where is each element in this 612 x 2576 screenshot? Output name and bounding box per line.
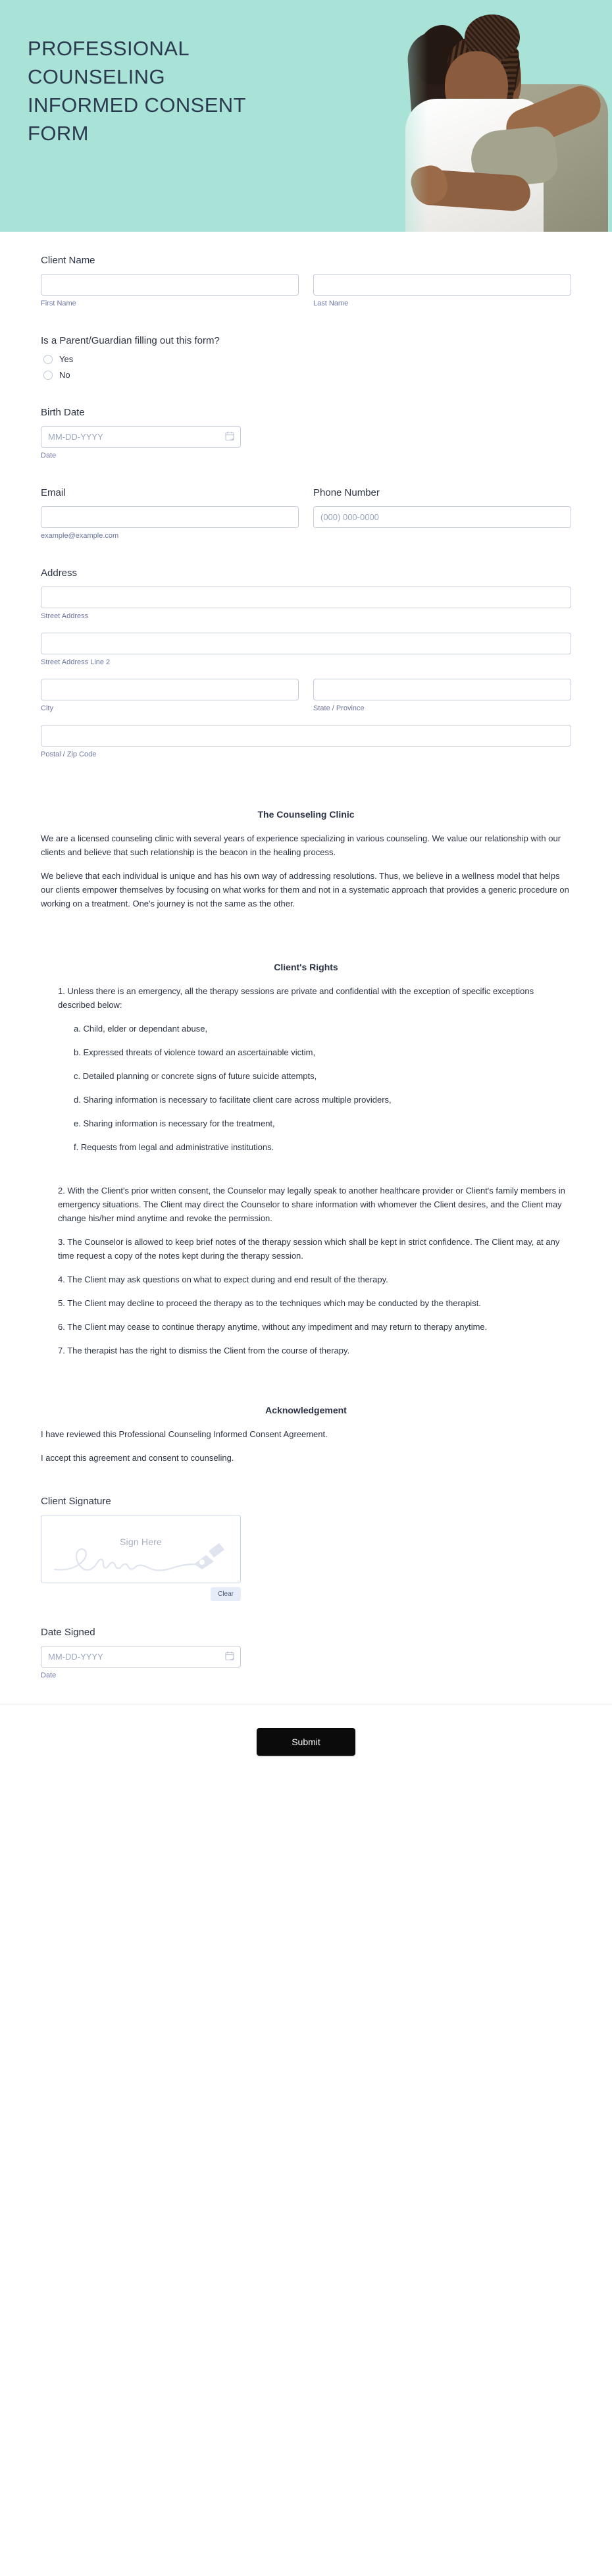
birth-date-sublabel: Date (41, 452, 57, 460)
client-signature-label: Client Signature (41, 1496, 111, 1507)
rights-item-5: 5. The Client may decline to proceed the… (58, 1298, 481, 1308)
acknowledgement-title: Acknowledgement (265, 1405, 347, 1415)
address-label: Address (41, 567, 78, 579)
submit-button[interactable]: Submit (257, 1728, 355, 1756)
signature-pad[interactable]: Sign Here (41, 1515, 241, 1583)
rights-subitem-b: b. Expressed threats of violence toward … (74, 1047, 316, 1057)
rights-item-3: 3. The Counselor is allowed to keep brie… (58, 1237, 560, 1261)
acknowledgement-paragraph-1: I have reviewed this Professional Counse… (41, 1429, 328, 1439)
birth-date-label: Birth Date (41, 407, 85, 418)
form-header: PROFESSIONAL COUNSELING INFORMED CONSENT… (0, 0, 612, 232)
radio-label-yes: Yes (59, 354, 74, 364)
rights-item-7: 7. The therapist has the right to dismis… (58, 1346, 350, 1355)
counseling-clinic-title: The Counseling Clinic (257, 809, 355, 820)
section-acknowledgement: Acknowledgement I have reviewed this Pro… (0, 1357, 612, 1465)
field-address: Address Street Address Street Address Li… (0, 540, 612, 759)
radio-circle-icon[interactable] (43, 370, 53, 380)
rights-subitem-a: a. Child, elder or dependant abuse, (74, 1024, 208, 1034)
form-body: Client Name First Name Last Name Is a Pa… (0, 232, 612, 1782)
radio-label-no: No (59, 370, 70, 380)
section-clients-rights: Client's Rights 1. Unless there is an em… (0, 910, 612, 1357)
birth-date-input[interactable] (41, 426, 241, 448)
parent-guardian-label: Is a Parent/Guardian filling out this fo… (41, 335, 220, 346)
date-signed-sublabel: Date (41, 1671, 57, 1679)
phone-input[interactable] (313, 506, 571, 528)
submit-area: Submit (0, 1704, 612, 1782)
email-sublabel: example@example.com (41, 532, 119, 540)
last-name-input[interactable] (313, 274, 571, 296)
state-province-input[interactable] (313, 679, 571, 700)
parent-guardian-radio-group: Yes No (41, 354, 571, 380)
first-name-sublabel: First Name (41, 300, 76, 307)
rights-subitem-e: e. Sharing information is necessary for … (74, 1118, 275, 1128)
radio-option-yes[interactable]: Yes (43, 354, 571, 364)
field-parent-guardian: Is a Parent/Guardian filling out this fo… (0, 308, 612, 380)
email-label: Email (41, 487, 66, 498)
counseling-clinic-paragraph-1: We are a licensed counseling clinic with… (41, 833, 561, 857)
date-signed-label: Date Signed (41, 1627, 95, 1638)
postal-zip-input[interactable] (41, 725, 571, 747)
email-input[interactable] (41, 506, 299, 528)
acknowledgement-paragraph-2: I accept this agreement and consent to c… (41, 1453, 234, 1463)
field-client-signature: Client Signature Sign Here Clear (0, 1465, 612, 1601)
rights-item-6: 6. The Client may cease to continue ther… (58, 1322, 488, 1332)
field-date-signed: Date Signed Date (0, 1601, 612, 1680)
rights-item-1: 1. Unless there is an emergency, all the… (58, 986, 534, 1010)
clear-signature-button[interactable]: Clear (211, 1587, 241, 1601)
field-birth-date: Birth Date Date (0, 380, 612, 460)
street-address-input[interactable] (41, 587, 571, 608)
field-client-name: Client Name First Name Last Name (0, 232, 612, 308)
phone-label: Phone Number (313, 487, 380, 498)
postal-zip-sublabel: Postal / Zip Code (41, 750, 97, 758)
last-name-sublabel: Last Name (313, 300, 349, 307)
first-name-input[interactable] (41, 274, 299, 296)
radio-circle-icon[interactable] (43, 354, 53, 364)
clients-rights-title: Client's Rights (274, 962, 338, 972)
rights-item-2: 2. With the Client's prior written conse… (58, 1186, 565, 1223)
counseling-clinic-paragraph-2: We believe that each individual is uniqu… (41, 871, 569, 908)
state-province-sublabel: State / Province (313, 704, 365, 712)
rights-subitem-f: f. Requests from legal and administrativ… (74, 1142, 274, 1152)
city-input[interactable] (41, 679, 299, 700)
radio-option-no[interactable]: No (43, 370, 571, 380)
signature-squiggle-icon (53, 1542, 230, 1579)
header-photo (349, 0, 612, 232)
street-address-line2-sublabel: Street Address Line 2 (41, 658, 111, 666)
street-address-sublabel: Street Address (41, 612, 89, 620)
section-counseling-clinic: The Counseling Clinic We are a licensed … (0, 759, 612, 910)
page-title: PROFESSIONAL COUNSELING INFORMED CONSENT… (28, 37, 246, 145)
rights-subitem-c: c. Detailed planning or concrete signs o… (74, 1071, 317, 1081)
street-address-line2-input[interactable] (41, 633, 571, 654)
consent-form-page: PROFESSIONAL COUNSELING INFORMED CONSENT… (0, 0, 612, 1782)
date-signed-input[interactable] (41, 1646, 241, 1668)
rights-item-4: 4. The Client may ask questions on what … (58, 1275, 388, 1284)
city-sublabel: City (41, 704, 53, 712)
rights-subitem-d: d. Sharing information is necessary to f… (74, 1095, 392, 1105)
client-name-label: Client Name (41, 255, 95, 266)
field-email-phone: Email example@example.com Phone Number (0, 460, 612, 540)
